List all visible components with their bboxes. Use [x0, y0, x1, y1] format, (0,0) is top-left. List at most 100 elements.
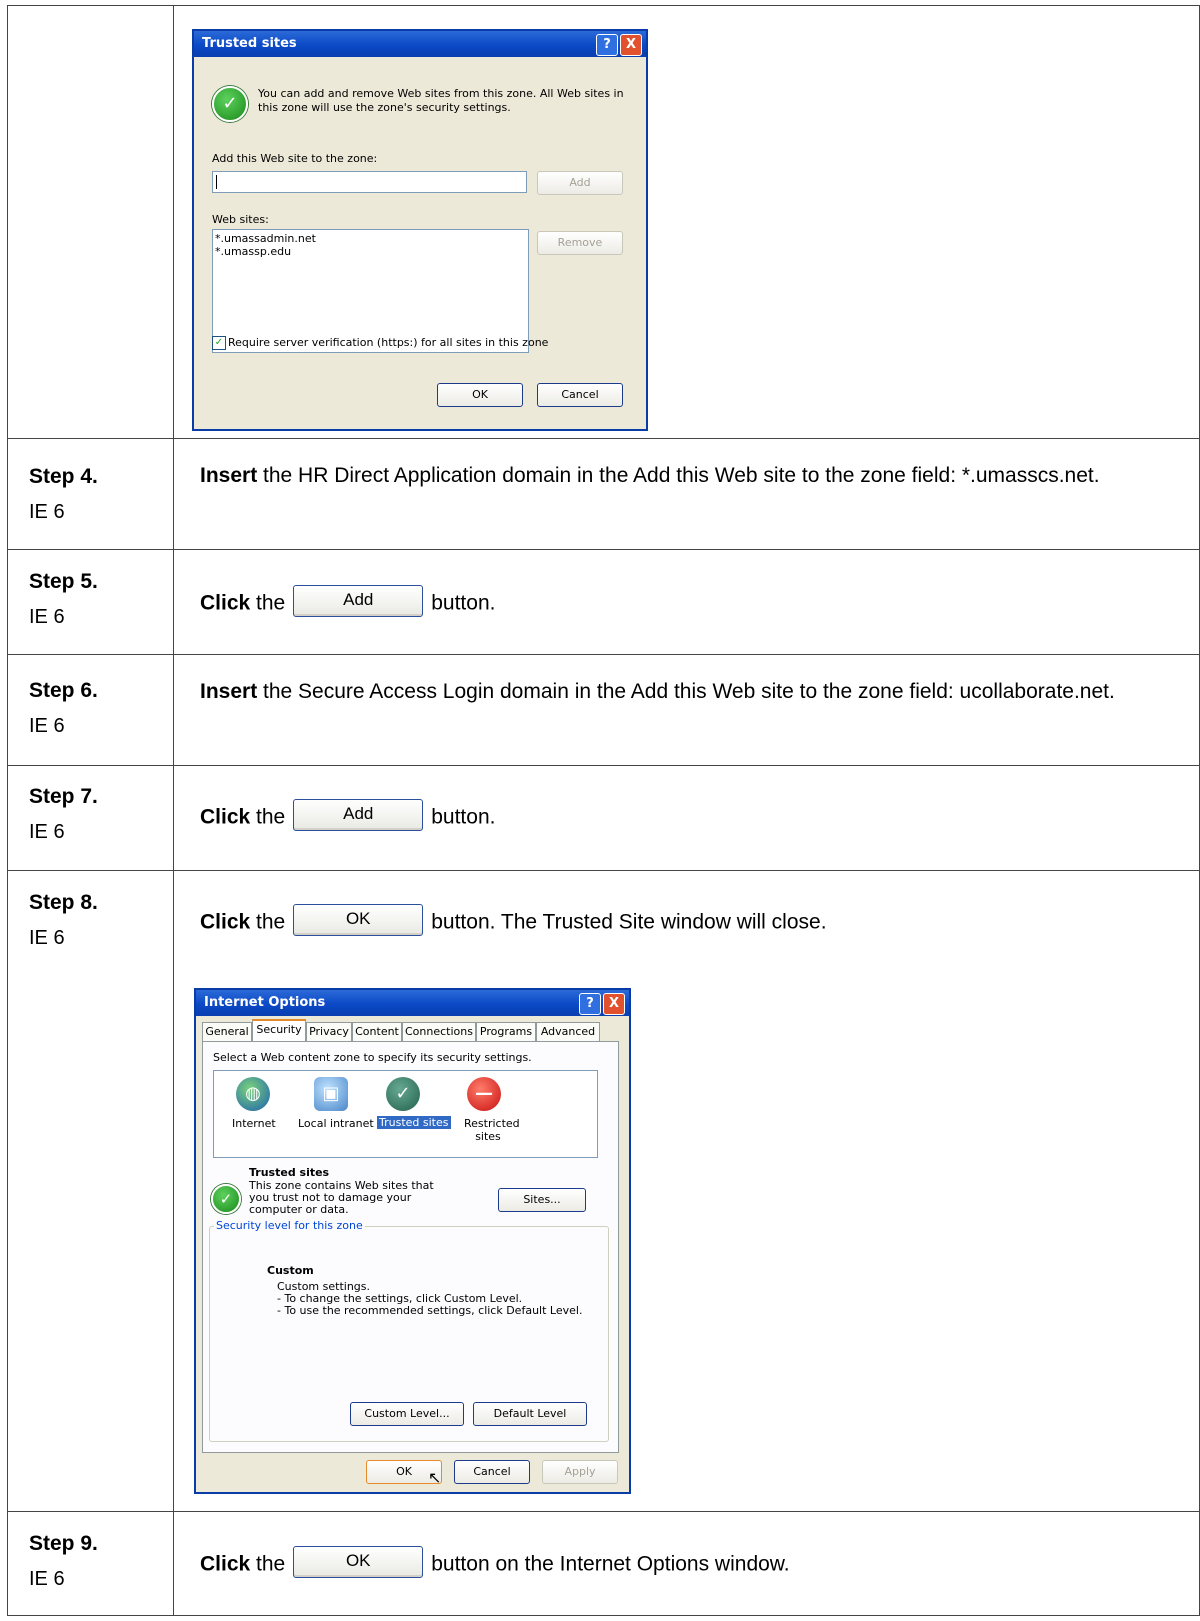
browser-label: IE 6	[29, 501, 65, 523]
step-cell: Step 7. IE 6	[29, 785, 98, 844]
websites-label: Web sites:	[212, 213, 269, 226]
remove-button[interactable]: Remove	[537, 231, 623, 255]
ok-button-image: OK	[293, 904, 424, 936]
help-icon[interactable]: ?	[596, 34, 618, 56]
browser-label: IE 6	[29, 606, 65, 628]
apply-button[interactable]: Apply	[542, 1460, 618, 1484]
instruction-text: the	[250, 910, 286, 934]
step-instruction: Click the Add button.	[200, 585, 495, 620]
help-icon[interactable]: ?	[579, 993, 601, 1015]
action-verb: Insert	[200, 680, 258, 703]
websites-list[interactable]: *.umassadmin.net *.umassp.edu	[212, 229, 529, 353]
step-number: Step 6.	[29, 679, 98, 702]
instruction-text: the	[250, 1552, 286, 1576]
row-border	[7, 870, 1200, 871]
add-site-input[interactable]	[212, 171, 527, 193]
trusted-sites-dialog: Trusted sites ? X ✓ You can add and remo…	[192, 29, 648, 431]
internet-options-dialog: Internet Options ? X General Security Pr…	[194, 988, 631, 1494]
restricted-icon[interactable]: —	[467, 1077, 501, 1111]
step-instruction: Click the OK button. The Trusted Site wind…	[200, 904, 827, 939]
step-cell: Step 8. IE 6	[29, 891, 98, 950]
list-item[interactable]: *.umassp.edu	[215, 245, 528, 258]
action-verb: Click	[200, 910, 251, 934]
dialog-description: You can add and remove Web sites from th…	[258, 87, 624, 114]
step-instruction: Insert the HR Direct Application domain …	[200, 463, 1160, 489]
ok-button[interactable]: OK	[437, 383, 523, 407]
action-verb: Click	[200, 591, 251, 615]
require-https-label: Require server verification (https:) for…	[228, 336, 549, 349]
step-instruction: Insert the Secure Access Login domain in…	[200, 679, 1162, 705]
instruction-text: the HR Direct Application domain in the …	[257, 464, 1100, 487]
row-border	[7, 438, 1200, 439]
cancel-button[interactable]: Cancel	[537, 383, 623, 407]
browser-label: IE 6	[29, 1568, 65, 1590]
level-line: - To use the recommended settings, click…	[277, 1304, 583, 1317]
tab-content[interactable]: Content	[352, 1022, 402, 1041]
zone-label[interactable]: Local intranet	[298, 1117, 374, 1130]
step-instruction: Click the OK button on the Internet Option…	[200, 1546, 790, 1581]
security-level-legend: Security level for this zone	[214, 1219, 365, 1232]
add-button-image: Add	[293, 585, 424, 617]
tab-security[interactable]: Security	[252, 1019, 306, 1043]
instruction-text: the	[250, 591, 286, 615]
close-icon[interactable]: X	[603, 993, 625, 1015]
zone-label[interactable]: Internet	[232, 1117, 276, 1130]
row-border	[7, 1511, 1200, 1512]
checkmark-icon: ✓	[211, 1184, 241, 1214]
zone-label[interactable]: Trusted sites	[377, 1116, 451, 1129]
cancel-button[interactable]: Cancel	[454, 1460, 530, 1484]
tab-connections[interactable]: Connections	[402, 1022, 476, 1041]
step-instruction: Click the Add button.	[200, 799, 496, 834]
zone-description: This zone contains Web sites that you tr…	[249, 1179, 434, 1216]
zone-label[interactable]: Restricted sites	[464, 1117, 520, 1143]
mouse-cursor-icon: ↖	[428, 1468, 442, 1487]
step-cell: Step 6. IE 6	[29, 679, 98, 738]
custom-level-button[interactable]: Custom Level...	[350, 1402, 464, 1426]
column-border	[7, 5, 8, 1616]
require-https-checkbox[interactable]: ✓	[212, 336, 226, 350]
sites-button[interactable]: Sites...	[498, 1188, 586, 1212]
zone-list[interactable]: ◍ Internet ▣ Local intranet ✓ Trusted si…	[213, 1070, 598, 1158]
step-cell: Step 4. IE 6	[29, 465, 98, 524]
instruction-text: the	[250, 805, 286, 829]
browser-label: IE 6	[29, 821, 65, 843]
tab-advanced[interactable]: Advanced	[536, 1022, 600, 1041]
step-number: Step 5.	[29, 570, 98, 593]
row-border	[7, 1615, 1200, 1616]
add-site-label: Add this Web site to the zone:	[212, 152, 378, 165]
globe-icon[interactable]: ◍	[236, 1077, 270, 1111]
level-name: Custom	[267, 1264, 314, 1277]
row-border	[7, 549, 1200, 550]
dialog-title: Internet Options ? X	[196, 990, 629, 1016]
close-icon[interactable]: X	[620, 34, 642, 56]
action-verb: Click	[200, 805, 251, 829]
tab-general[interactable]: General	[202, 1022, 252, 1041]
ok-button-image: OK	[293, 1546, 424, 1578]
tab-panel: Select a Web content zone to specify its…	[202, 1041, 619, 1453]
list-item[interactable]: *.umassadmin.net	[215, 232, 528, 245]
column-border	[173, 5, 174, 1616]
instruction-text: button on the Internet Options window.	[431, 1552, 790, 1576]
row-border	[7, 654, 1200, 655]
row-border	[7, 765, 1200, 766]
checkmark-icon: ✓	[212, 86, 248, 122]
add-button[interactable]: Add	[537, 171, 623, 195]
instruction-text: button.	[431, 805, 496, 829]
action-verb: Insert	[200, 464, 258, 487]
default-level-button[interactable]: Default Level	[473, 1402, 587, 1426]
step-number: Step 4.	[29, 465, 98, 488]
intranet-icon[interactable]: ▣	[314, 1077, 348, 1111]
row-border	[7, 5, 1200, 6]
tab-privacy[interactable]: Privacy	[306, 1022, 352, 1041]
check-zone-icon[interactable]: ✓	[386, 1077, 420, 1111]
tab-programs[interactable]: Programs	[476, 1022, 536, 1041]
instruction-table: Trusted sites ? X ✓ You can add and remo…	[7, 5, 1200, 1617]
browser-label: IE 6	[29, 715, 65, 737]
browser-label: IE 6	[29, 927, 65, 949]
step-number: Step 9.	[29, 1532, 98, 1555]
zone-heading: Trusted sites	[249, 1166, 330, 1179]
step-number: Step 7.	[29, 785, 98, 808]
select-zone-text: Select a Web content zone to specify its…	[213, 1051, 532, 1064]
step-cell: Step 9. IE 6	[29, 1532, 98, 1591]
instruction-text: the Secure Access Login domain in the Ad…	[257, 680, 1115, 703]
